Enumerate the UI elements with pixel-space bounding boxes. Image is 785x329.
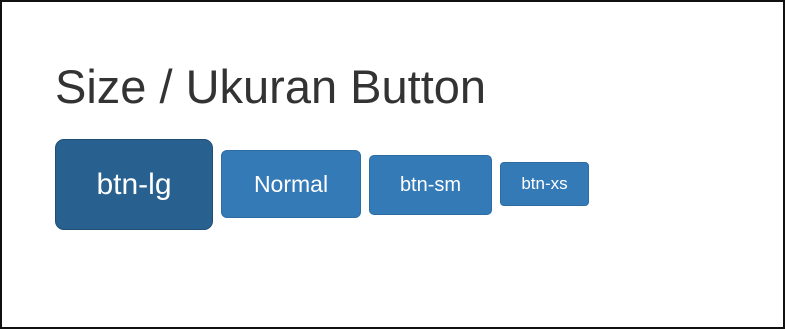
btn-sm-button[interactable]: btn-sm [369,155,492,215]
btn-xs-button[interactable]: btn-xs [500,162,589,206]
page-title: Size / Ukuran Button [55,60,487,113]
screenshot-frame: Size / Ukuran Button btn-lg Normal btn-s… [0,0,785,329]
normal-button[interactable]: Normal [221,150,361,218]
btn-lg-button[interactable]: btn-lg [55,139,213,230]
